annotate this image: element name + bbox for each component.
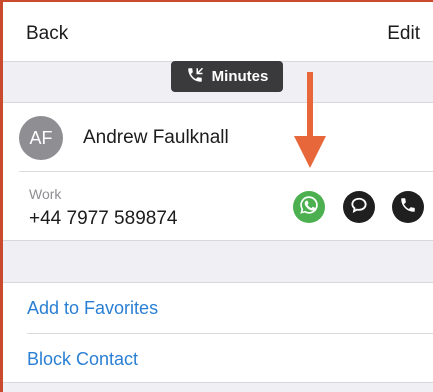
call-button[interactable] [392, 191, 424, 223]
phone-label: Work [29, 186, 62, 202]
navigation-bar: Back Edit [3, 2, 433, 62]
speech-bubble-icon [349, 195, 369, 220]
screen-frame: Back Edit Minutes AF Andrew Faulknall Wo… [0, 0, 433, 392]
phone-icon [399, 196, 417, 219]
edit-button[interactable]: Edit [387, 23, 420, 45]
minutes-banner[interactable]: Minutes [171, 61, 283, 92]
contact-name: Andrew Faulknall [83, 127, 229, 148]
block-contact-button[interactable]: Block Contact [27, 334, 427, 384]
phone-incoming-icon [186, 66, 204, 88]
contact-actions-list: Add to Favorites Block Contact [3, 282, 433, 383]
whatsapp-icon [298, 194, 320, 221]
arrow-down-icon [288, 72, 332, 172]
avatar: AF [19, 116, 63, 160]
add-to-favorites-button[interactable]: Add to Favorites [27, 283, 427, 333]
whatsapp-button[interactable] [293, 191, 325, 223]
divider [19, 171, 433, 172]
minutes-label: Minutes [211, 68, 269, 85]
message-button[interactable] [343, 191, 375, 223]
contact-card: AF Andrew Faulknall Work +44 7977 589874 [3, 102, 433, 241]
back-button[interactable]: Back [26, 23, 68, 45]
phone-number[interactable]: +44 7977 589874 [29, 208, 177, 230]
